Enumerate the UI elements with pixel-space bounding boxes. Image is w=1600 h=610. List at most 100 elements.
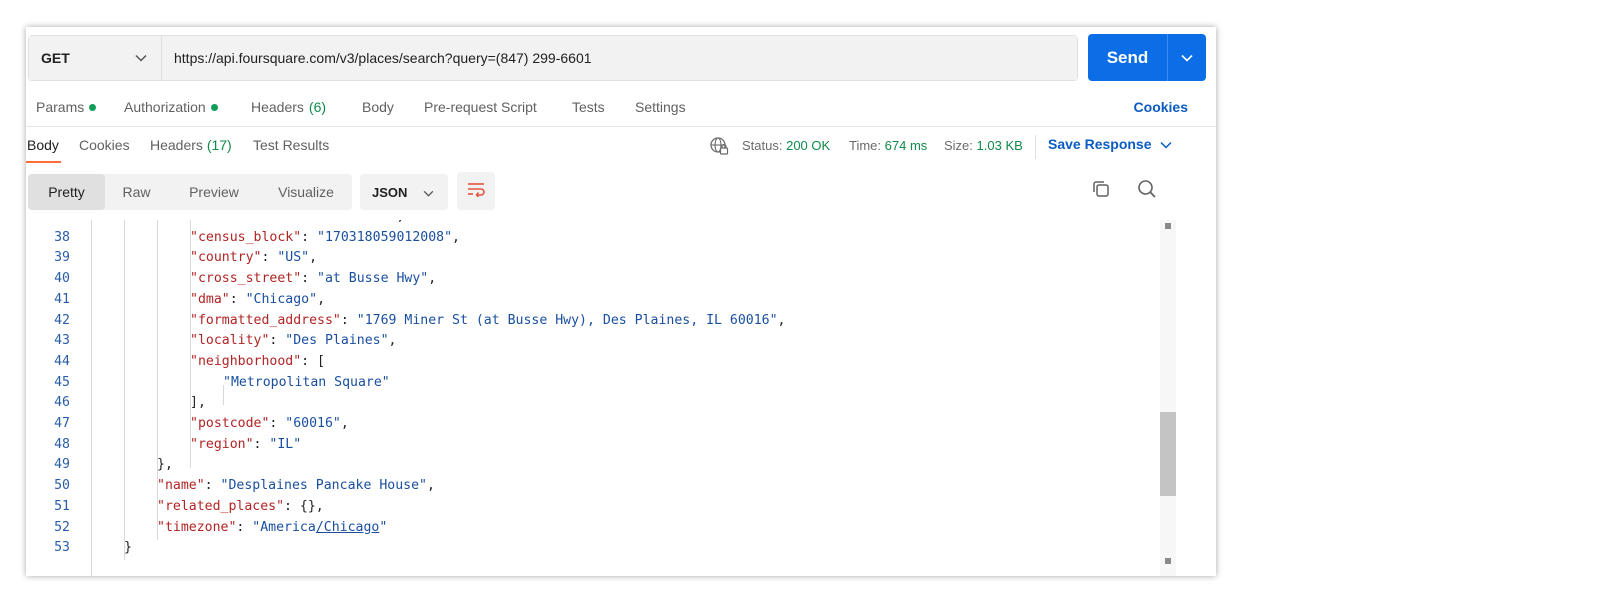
code-content: "cross_street": "at Busse Hwy", [190, 269, 436, 290]
view-visualize-button[interactable]: Visualize [260, 174, 352, 210]
search-button[interactable] [1134, 178, 1160, 204]
active-dot [89, 103, 97, 111]
code-content: "name": "Desplaines Pancake House", [157, 476, 435, 497]
json-punctuation: , [396, 220, 404, 224]
size-value[interactable]: 1.03 KB [977, 138, 1023, 153]
json-string: "Chicago" [245, 291, 318, 307]
line-number: 46 [54, 395, 70, 411]
code-content: "region": "IL" [190, 435, 301, 456]
tab-response-cookies[interactable]: Cookies [79, 137, 130, 153]
line-number: 42 [54, 312, 70, 328]
tab-label: Pre-request Script [424, 99, 537, 115]
tab-tests[interactable]: Tests [572, 99, 605, 115]
scroll-down-arrow[interactable] [1165, 558, 1171, 564]
line-number: 47 [54, 416, 70, 431]
wrap-lines-button[interactable] [457, 172, 495, 210]
code-line: 53} [26, 538, 1158, 559]
line-number: 48 [54, 436, 70, 452]
status-value[interactable]: 200 OK [786, 138, 830, 153]
format-select[interactable]: JSON [360, 174, 448, 210]
tab-label: Params [36, 99, 85, 115]
line-number: 38 [54, 229, 70, 245]
cookies-link[interactable]: Cookies [1134, 99, 1188, 115]
line-number: 45 [54, 374, 70, 390]
code-content: "country": "US", [190, 248, 317, 269]
divider [1035, 135, 1036, 159]
send-button[interactable]: Send [1088, 34, 1168, 81]
active-dot [210, 103, 218, 111]
time-value[interactable]: 674 ms [885, 138, 928, 153]
tab-settings[interactable]: Settings [635, 99, 686, 115]
json-key: "neighborhood" [190, 353, 302, 369]
tab-headers[interactable]: Headers (6) [251, 99, 326, 115]
json-key: "formatted_address" [190, 312, 341, 328]
send-group: Send [1088, 34, 1206, 81]
json-punctuation: , [426, 478, 435, 494]
view-preview-button[interactable]: Preview [168, 174, 260, 210]
code-content: } [124, 538, 132, 559]
code-line: 37 "address": "1769 Miner St", [26, 220, 1158, 228]
json-link[interactable]: /Chicago [316, 520, 380, 535]
tab-authorization[interactable]: Authorization [124, 99, 218, 115]
save-response-button[interactable]: Save Response [1048, 136, 1172, 152]
url-input[interactable]: https://api.foursquare.com/v3/places/sea… [162, 36, 1077, 80]
code-content: "census_block": "170318059012008", [190, 228, 460, 249]
json-string: "IL" [269, 436, 302, 452]
size-meta: Size: 1.03 KB [944, 138, 1023, 153]
request-bar: GET https://api.foursquare.com/v3/places… [28, 35, 1078, 81]
code-scrollbar[interactable] [1160, 220, 1176, 576]
send-options-button[interactable] [1168, 34, 1206, 81]
view-mode-group: Pretty Raw Preview Visualize [28, 174, 352, 210]
save-response-label: Save Response [1048, 136, 1152, 152]
method-select[interactable]: GET [29, 36, 162, 80]
code-content: "dma": "Chicago", [190, 290, 325, 311]
wrap-lines-icon [466, 181, 486, 202]
code-line: 51 "related_places": {}, [26, 497, 1158, 518]
tab-body[interactable]: Body [362, 99, 394, 115]
tab-response-headers[interactable]: Headers (17) [150, 137, 232, 153]
json-punctuation: : [ [301, 353, 325, 369]
json-punctuation: , [317, 291, 326, 307]
code-line: 45 "Metropolitan Square" [26, 373, 1158, 394]
tab-pre-request-script[interactable]: Pre-request Script [424, 99, 537, 115]
code-line: 52 "timezone": "America/Chicago" [26, 518, 1158, 539]
json-key: "related_places" [157, 498, 285, 514]
scroll-up-arrow[interactable] [1165, 223, 1171, 229]
chevron-down-icon [423, 185, 434, 200]
json-key: "region" [190, 436, 254, 452]
method-label: GET [41, 50, 70, 66]
view-raw-button[interactable]: Raw [105, 174, 168, 210]
view-pretty-button[interactable]: Pretty [28, 174, 105, 210]
tab-params[interactable]: Params [36, 99, 97, 115]
json-punctuation: , [452, 229, 460, 245]
code-line: 48 "region": "IL" [26, 435, 1158, 456]
url-text: https://api.foursquare.com/v3/places/sea… [174, 50, 592, 66]
line-number: 43 [54, 333, 70, 349]
json-string: "170318059012008" [317, 229, 453, 245]
json-punctuation: , [309, 250, 318, 266]
tab-label: Settings [635, 99, 686, 115]
line-number: 50 [54, 478, 70, 494]
json-punctuation: : [261, 220, 277, 224]
json-punctuation: : [269, 416, 286, 431]
response-body-code[interactable]: 37 "address": "1769 Miner St", 38 "census_b… [26, 220, 1216, 576]
globe-lock-icon[interactable] [709, 136, 729, 161]
code-content: "Metropolitan Square" [223, 373, 390, 394]
code-line: 46], [26, 393, 1158, 414]
json-punctuation: } [124, 540, 132, 556]
active-tab-underline [26, 161, 61, 163]
tab-label: Headers [251, 99, 304, 115]
code-line: 50 "name": "Desplaines Pancake House", [26, 476, 1158, 497]
code-line: 39 "country": "US", [26, 248, 1158, 269]
tab-test-results[interactable]: Test Results [253, 137, 329, 153]
scroll-thumb[interactable] [1160, 412, 1176, 496]
tab-response-body[interactable]: Body [27, 137, 59, 153]
copy-button[interactable] [1088, 178, 1114, 204]
line-number: 53 [54, 540, 70, 556]
json-string: "Des Plaines" [285, 333, 389, 349]
time-meta: Time: 674 ms [849, 138, 927, 153]
tab-label: Tests [572, 99, 605, 115]
json-string: "1769 Miner St" [277, 220, 396, 224]
tab-count: (17) [206, 137, 232, 153]
status-label: Status: [742, 138, 783, 153]
